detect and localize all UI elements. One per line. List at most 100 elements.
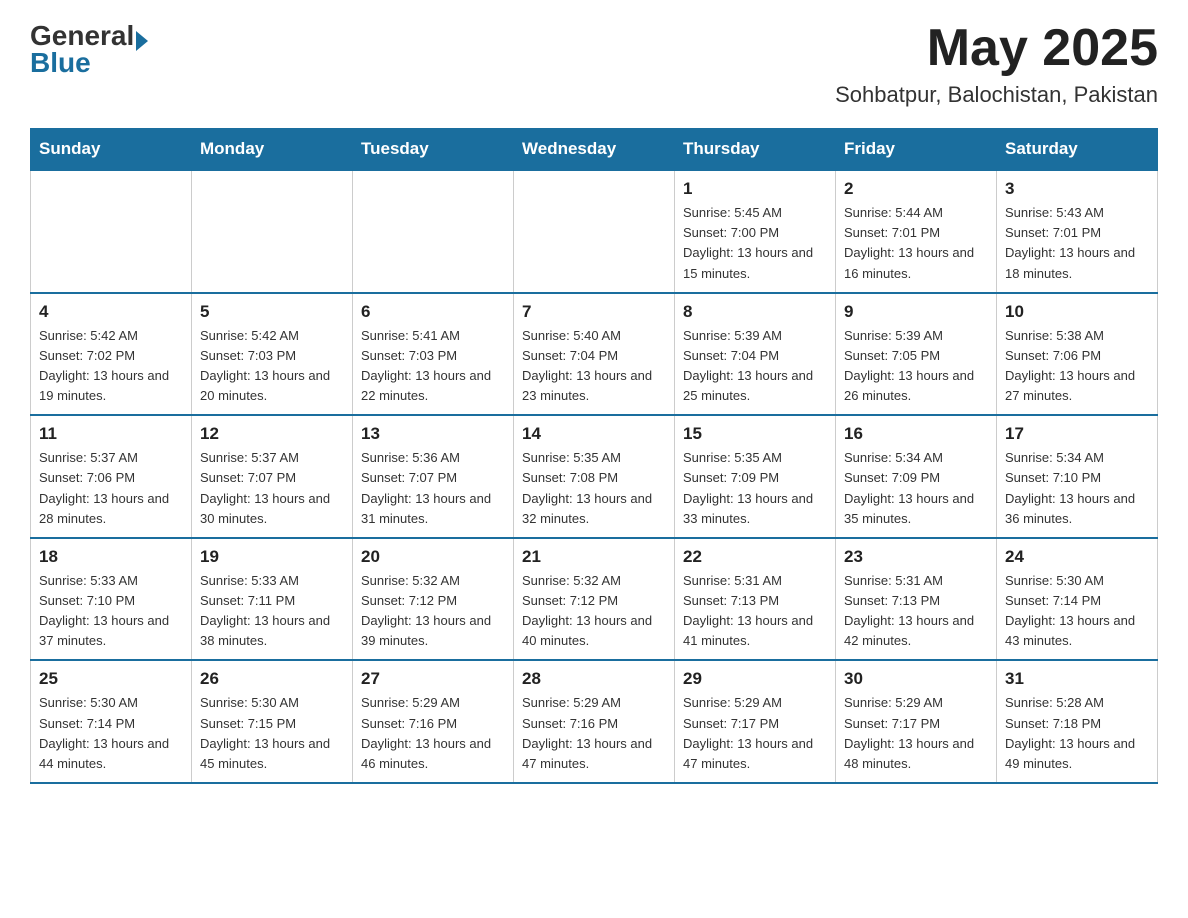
day-number: 4 <box>39 302 183 322</box>
day-number: 14 <box>522 424 666 444</box>
day-number: 6 <box>361 302 505 322</box>
calendar-cell <box>192 170 353 293</box>
calendar-cell: 30Sunrise: 5:29 AM Sunset: 7:17 PM Dayli… <box>836 660 997 783</box>
logo-blue-text: Blue <box>30 47 148 79</box>
calendar-cell: 10 Sunrise: 5:38 AM Sunset: 7:06 PM Dayli… <box>997 293 1158 416</box>
day-info: Sunrise: 5:40 AM Sunset: 7:04 PM Dayligh… <box>522 326 666 407</box>
calendar-header-tuesday: Tuesday <box>353 129 514 171</box>
day-info: Sunrise: 5:37 AM Sunset: 7:07 PM Dayligh… <box>200 448 344 529</box>
day-info: Sunrise: 5:29 AM Sunset: 7:17 PM Dayligh… <box>683 693 827 774</box>
day-info: Sunrise: 5:42 AM Sunset: 7:02 PM Dayligh… <box>39 326 183 407</box>
calendar-header-wednesday: Wednesday <box>514 129 675 171</box>
day-info: Sunrise: 5:29 AM Sunset: 7:16 PM Dayligh… <box>522 693 666 774</box>
day-number: 21 <box>522 547 666 567</box>
calendar-cell: 20 Sunrise: 5:32 AM Sunset: 7:12 PM Dayli… <box>353 538 514 661</box>
day-info: Sunrise: 5:31 AM Sunset: 7:13 PM Dayligh… <box>844 571 988 652</box>
calendar-header-monday: Monday <box>192 129 353 171</box>
calendar-cell <box>514 170 675 293</box>
day-number: 23 <box>844 547 988 567</box>
calendar-cell: 25 Sunrise: 5:30 AM Sunset: 7:14 PM Dayli… <box>31 660 192 783</box>
day-number: 1 <box>683 179 827 199</box>
calendar-cell: 24 Sunrise: 5:30 AM Sunset: 7:14 PM Dayli… <box>997 538 1158 661</box>
calendar-cell: 12 Sunrise: 5:37 AM Sunset: 7:07 PM Dayli… <box>192 415 353 538</box>
calendar-cell: 22 Sunrise: 5:31 AM Sunset: 7:13 PM Dayli… <box>675 538 836 661</box>
calendar-cell: 8 Sunrise: 5:39 AM Sunset: 7:04 PM Daylig… <box>675 293 836 416</box>
calendar-cell: 13Sunrise: 5:36 AM Sunset: 7:07 PM Dayli… <box>353 415 514 538</box>
day-info: Sunrise: 5:29 AM Sunset: 7:16 PM Dayligh… <box>361 693 505 774</box>
calendar-cell: 11Sunrise: 5:37 AM Sunset: 7:06 PM Dayli… <box>31 415 192 538</box>
day-number: 5 <box>200 302 344 322</box>
day-number: 10 <box>1005 302 1149 322</box>
calendar-cell: 28 Sunrise: 5:29 AM Sunset: 7:16 PM Dayli… <box>514 660 675 783</box>
day-number: 20 <box>361 547 505 567</box>
day-info: Sunrise: 5:31 AM Sunset: 7:13 PM Dayligh… <box>683 571 827 652</box>
calendar-cell: 7 Sunrise: 5:40 AM Sunset: 7:04 PM Daylig… <box>514 293 675 416</box>
calendar-cell: 19 Sunrise: 5:33 AM Sunset: 7:11 PM Dayli… <box>192 538 353 661</box>
calendar-cell: 27 Sunrise: 5:29 AM Sunset: 7:16 PM Dayli… <box>353 660 514 783</box>
day-number: 3 <box>1005 179 1149 199</box>
calendar-cell: 14 Sunrise: 5:35 AM Sunset: 7:08 PM Dayli… <box>514 415 675 538</box>
day-info: Sunrise: 5:39 AM Sunset: 7:04 PM Dayligh… <box>683 326 827 407</box>
calendar-week-row: 1Sunrise: 5:45 AM Sunset: 7:00 PM Daylig… <box>31 170 1158 293</box>
day-number: 31 <box>1005 669 1149 689</box>
day-info: Sunrise: 5:30 AM Sunset: 7:14 PM Dayligh… <box>1005 571 1149 652</box>
day-number: 19 <box>200 547 344 567</box>
day-info: Sunrise: 5:36 AM Sunset: 7:07 PM Dayligh… <box>361 448 505 529</box>
day-number: 24 <box>1005 547 1149 567</box>
page-header: General Blue May 2025 Sohbatpur, Balochi… <box>30 20 1158 108</box>
day-number: 2 <box>844 179 988 199</box>
logo-arrow-icon <box>136 31 148 51</box>
calendar-week-row: 18Sunrise: 5:33 AM Sunset: 7:10 PM Dayli… <box>31 538 1158 661</box>
day-number: 12 <box>200 424 344 444</box>
calendar-cell <box>31 170 192 293</box>
calendar-header-sunday: Sunday <box>31 129 192 171</box>
calendar-week-row: 25 Sunrise: 5:30 AM Sunset: 7:14 PM Dayli… <box>31 660 1158 783</box>
day-number: 25 <box>39 669 183 689</box>
calendar-cell: 26 Sunrise: 5:30 AM Sunset: 7:15 PM Dayli… <box>192 660 353 783</box>
day-info: Sunrise: 5:42 AM Sunset: 7:03 PM Dayligh… <box>200 326 344 407</box>
calendar-cell: 29Sunrise: 5:29 AM Sunset: 7:17 PM Dayli… <box>675 660 836 783</box>
day-info: Sunrise: 5:38 AM Sunset: 7:06 PM Dayligh… <box>1005 326 1149 407</box>
day-number: 7 <box>522 302 666 322</box>
calendar-header-thursday: Thursday <box>675 129 836 171</box>
calendar-cell: 6Sunrise: 5:41 AM Sunset: 7:03 PM Daylig… <box>353 293 514 416</box>
day-info: Sunrise: 5:39 AM Sunset: 7:05 PM Dayligh… <box>844 326 988 407</box>
calendar-cell: 31Sunrise: 5:28 AM Sunset: 7:18 PM Dayli… <box>997 660 1158 783</box>
day-number: 28 <box>522 669 666 689</box>
location-text: Sohbatpur, Balochistan, Pakistan <box>835 82 1158 108</box>
calendar-cell: 21Sunrise: 5:32 AM Sunset: 7:12 PM Dayli… <box>514 538 675 661</box>
calendar-cell: 18Sunrise: 5:33 AM Sunset: 7:10 PM Dayli… <box>31 538 192 661</box>
day-number: 22 <box>683 547 827 567</box>
day-number: 26 <box>200 669 344 689</box>
calendar-header-friday: Friday <box>836 129 997 171</box>
calendar-cell: 5 Sunrise: 5:42 AM Sunset: 7:03 PM Daylig… <box>192 293 353 416</box>
day-number: 27 <box>361 669 505 689</box>
day-info: Sunrise: 5:34 AM Sunset: 7:10 PM Dayligh… <box>1005 448 1149 529</box>
calendar-week-row: 11Sunrise: 5:37 AM Sunset: 7:06 PM Dayli… <box>31 415 1158 538</box>
day-number: 15 <box>683 424 827 444</box>
calendar-cell: 4 Sunrise: 5:42 AM Sunset: 7:02 PM Daylig… <box>31 293 192 416</box>
calendar-cell: 9 Sunrise: 5:39 AM Sunset: 7:05 PM Daylig… <box>836 293 997 416</box>
day-info: Sunrise: 5:43 AM Sunset: 7:01 PM Dayligh… <box>1005 203 1149 284</box>
day-info: Sunrise: 5:30 AM Sunset: 7:14 PM Dayligh… <box>39 693 183 774</box>
calendar-header-saturday: Saturday <box>997 129 1158 171</box>
day-info: Sunrise: 5:30 AM Sunset: 7:15 PM Dayligh… <box>200 693 344 774</box>
day-info: Sunrise: 5:33 AM Sunset: 7:11 PM Dayligh… <box>200 571 344 652</box>
logo: General Blue <box>30 20 148 79</box>
calendar-cell: 23 Sunrise: 5:31 AM Sunset: 7:13 PM Dayli… <box>836 538 997 661</box>
day-number: 17 <box>1005 424 1149 444</box>
calendar-cell: 16Sunrise: 5:34 AM Sunset: 7:09 PM Dayli… <box>836 415 997 538</box>
calendar-header-row: SundayMondayTuesdayWednesdayThursdayFrid… <box>31 129 1158 171</box>
day-info: Sunrise: 5:33 AM Sunset: 7:10 PM Dayligh… <box>39 571 183 652</box>
calendar-cell: 2Sunrise: 5:44 AM Sunset: 7:01 PM Daylig… <box>836 170 997 293</box>
calendar-cell: 3 Sunrise: 5:43 AM Sunset: 7:01 PM Daylig… <box>997 170 1158 293</box>
day-info: Sunrise: 5:32 AM Sunset: 7:12 PM Dayligh… <box>361 571 505 652</box>
calendar-week-row: 4 Sunrise: 5:42 AM Sunset: 7:02 PM Daylig… <box>31 293 1158 416</box>
calendar-cell <box>353 170 514 293</box>
day-info: Sunrise: 5:35 AM Sunset: 7:09 PM Dayligh… <box>683 448 827 529</box>
day-number: 8 <box>683 302 827 322</box>
day-info: Sunrise: 5:37 AM Sunset: 7:06 PM Dayligh… <box>39 448 183 529</box>
day-number: 9 <box>844 302 988 322</box>
title-section: May 2025 Sohbatpur, Balochistan, Pakista… <box>835 20 1158 108</box>
day-info: Sunrise: 5:35 AM Sunset: 7:08 PM Dayligh… <box>522 448 666 529</box>
